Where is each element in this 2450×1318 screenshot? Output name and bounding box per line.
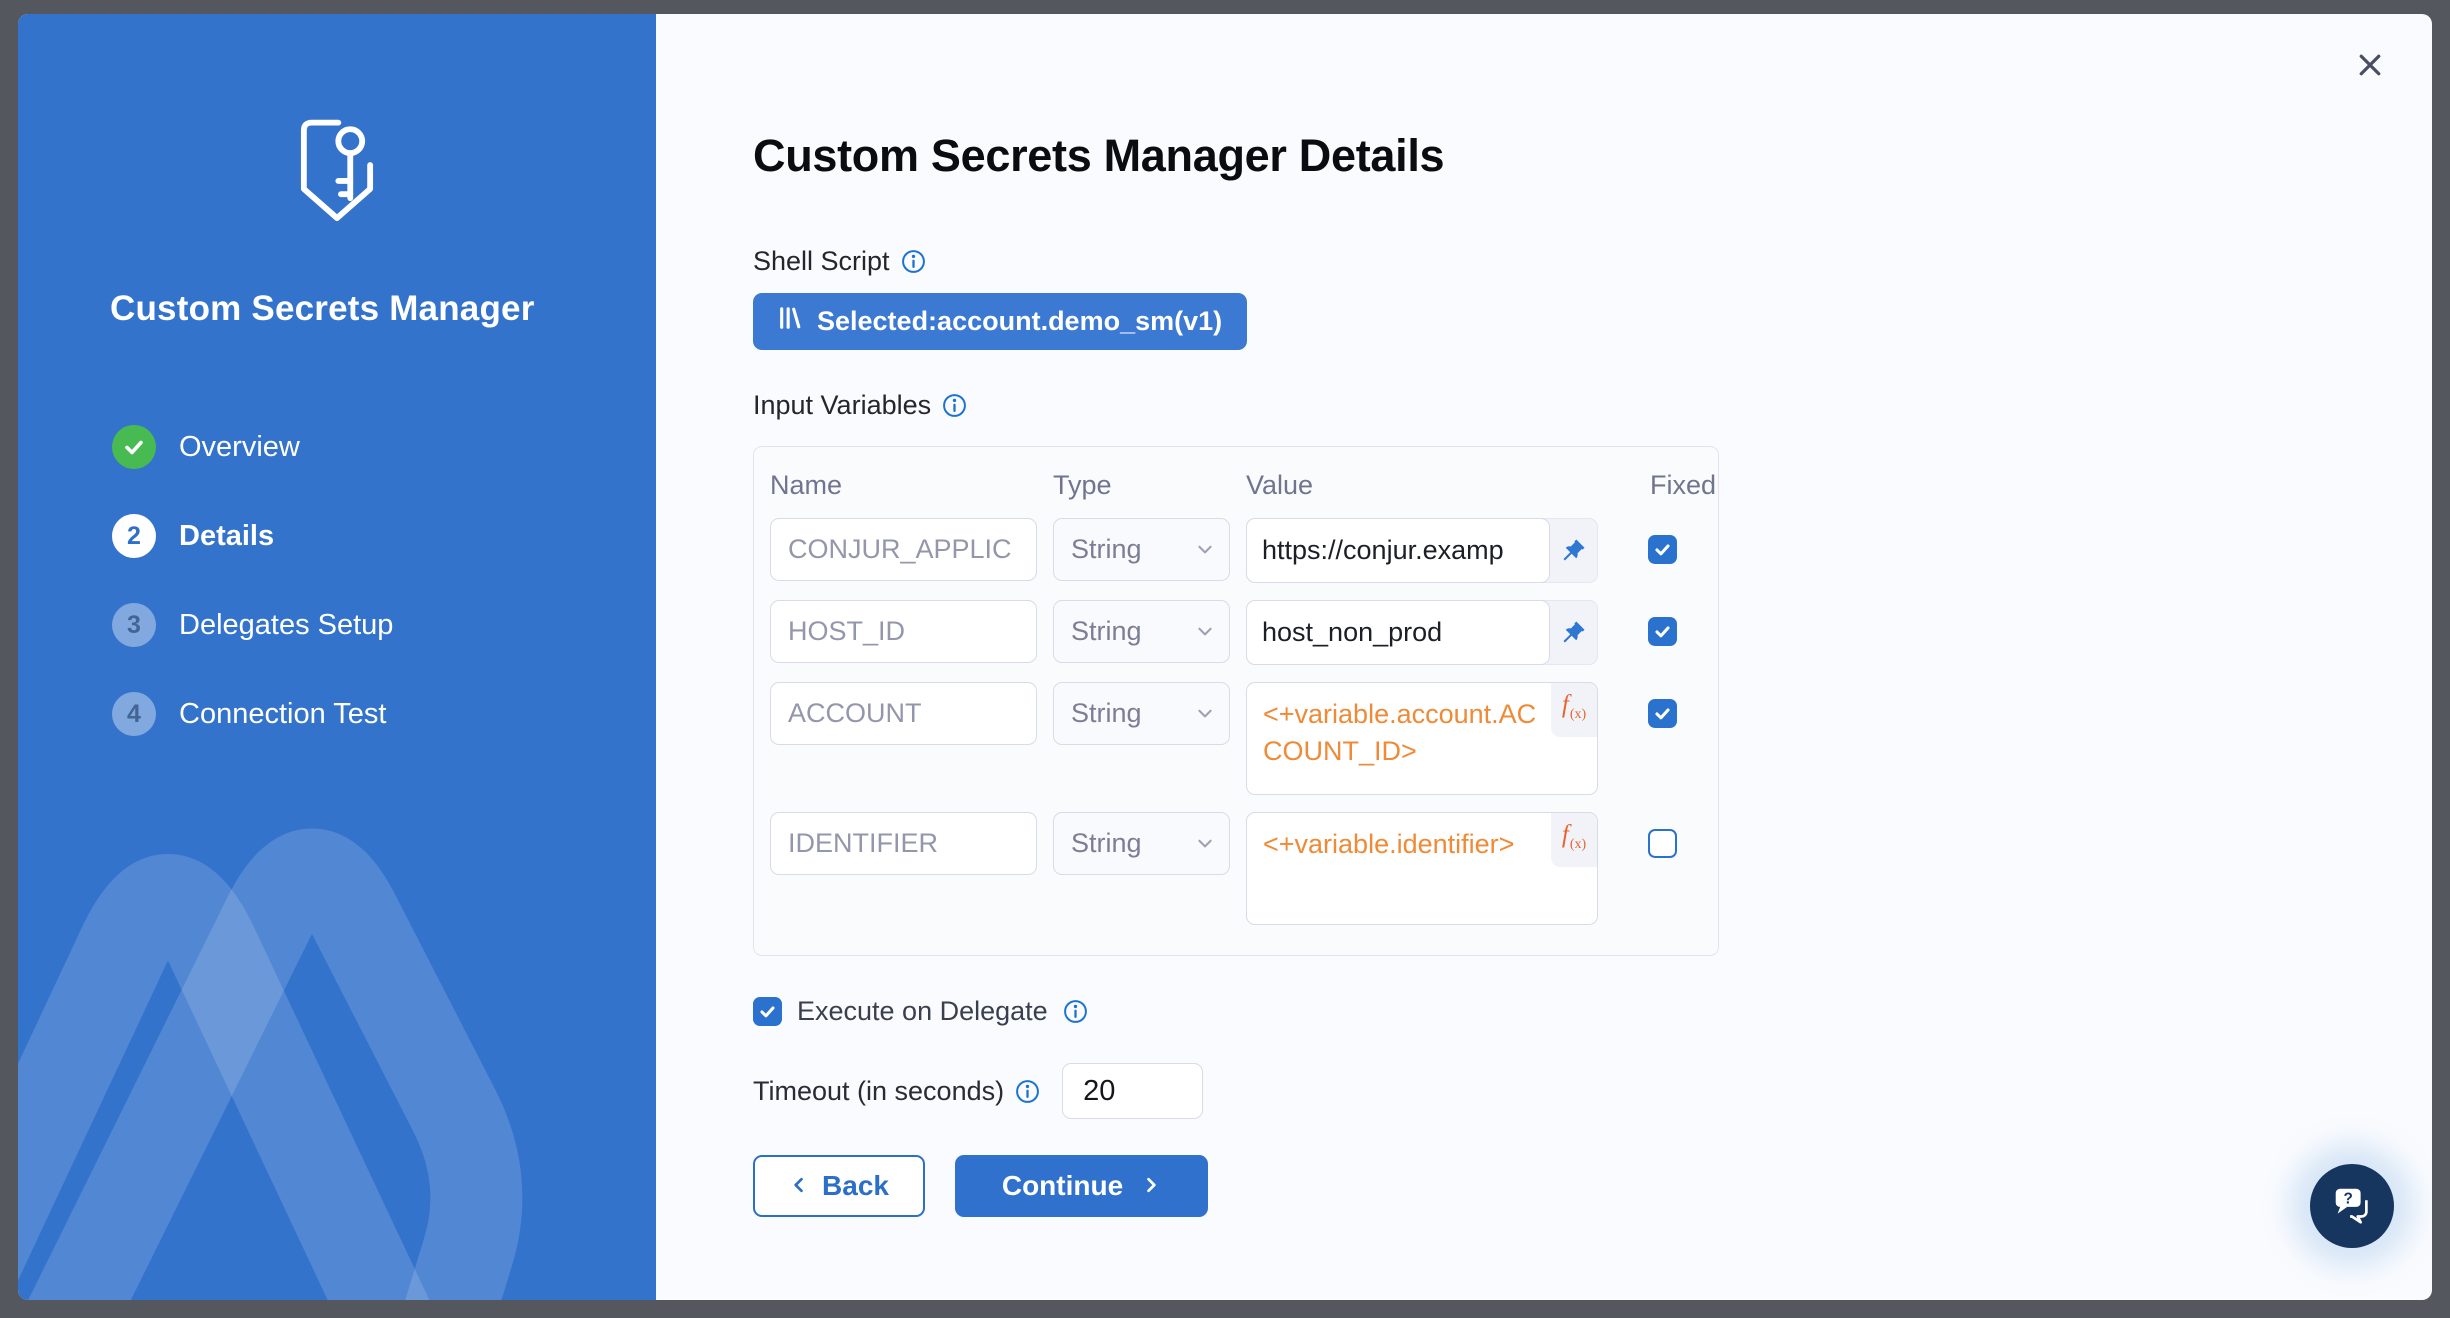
chevron-down-icon (1196, 698, 1214, 729)
fixed-checkbox[interactable] (1648, 699, 1677, 728)
fixed-checkbox[interactable] (1648, 535, 1677, 564)
step-delegates-setup[interactable]: 3 Delegates Setup (18, 603, 656, 647)
table-row: String f(x) <+variable.identifier> (770, 812, 1702, 925)
shell-script-selected-label: Selected:account.demo_sm(v1) (817, 306, 1222, 337)
pin-icon[interactable] (1550, 519, 1597, 582)
screen: Custom Secrets Manager Overview 2 Detail… (0, 0, 2450, 1318)
library-icon (778, 305, 802, 338)
expression-text: <+variable.account.ACCOUNT_ID> (1263, 699, 1536, 766)
variable-name-input[interactable] (770, 812, 1037, 875)
timeout-label: Timeout (in seconds) (753, 1076, 1004, 1107)
step-label: Delegates Setup (179, 609, 393, 642)
variable-value-input[interactable] (1246, 600, 1550, 665)
table-row: String (770, 518, 1702, 583)
variable-value-expression[interactable]: f(x) <+variable.identifier> (1246, 812, 1598, 925)
expression-fx-icon[interactable]: f(x) (1551, 813, 1597, 867)
step-label: Details (179, 520, 274, 553)
secrets-manager-shield-key-icon (293, 116, 381, 235)
info-icon[interactable] (1015, 1079, 1040, 1104)
details-panel: Custom Secrets Manager Details Shell Scr… (656, 14, 2432, 1300)
step-done-check-icon (112, 425, 156, 469)
type-select-value: String (1071, 534, 1142, 565)
step-number-badge: 2 (112, 514, 156, 558)
table-header: Name Type Value Fixed (770, 467, 1702, 501)
close-icon (2355, 50, 2385, 83)
step-label: Overview (179, 431, 300, 464)
chevron-down-icon (1196, 616, 1214, 647)
execute-on-delegate-checkbox[interactable] (753, 997, 782, 1026)
type-select-value: String (1071, 698, 1142, 729)
variable-value-group (1246, 518, 1598, 583)
step-number-badge: 3 (112, 603, 156, 647)
chevron-down-icon (1196, 828, 1214, 859)
table-row: String (770, 600, 1702, 665)
back-button-label: Back (822, 1170, 889, 1202)
info-icon[interactable] (942, 393, 967, 418)
chevron-right-icon (1141, 1170, 1161, 1202)
pin-icon[interactable] (1550, 601, 1597, 664)
variable-value-input[interactable] (1246, 518, 1550, 583)
help-button[interactable]: ? (2310, 1164, 2394, 1248)
column-header-name: Name (770, 470, 1037, 501)
table-row: String f(x) <+variable.account.ACCOUNT_I… (770, 682, 1702, 795)
continue-button-label: Continue (1002, 1170, 1123, 1202)
step-number-badge: 4 (112, 692, 156, 736)
variable-name-input[interactable] (770, 682, 1037, 745)
shell-script-selected-button[interactable]: Selected:account.demo_sm(v1) (753, 293, 1247, 350)
info-icon[interactable] (1063, 999, 1088, 1024)
type-select-value: String (1071, 828, 1142, 859)
help-chat-icon: ? (2329, 1182, 2375, 1231)
column-header-type: Type (1053, 470, 1230, 501)
expression-fx-icon[interactable]: f(x) (1551, 683, 1597, 737)
wizard-title: Custom Secrets Manager (18, 289, 656, 329)
variable-type-select[interactable]: String (1053, 600, 1230, 663)
shell-script-label: Shell Script (753, 246, 890, 277)
timeout-input[interactable] (1062, 1063, 1203, 1119)
step-label: Connection Test (179, 698, 386, 731)
step-overview[interactable]: Overview (18, 425, 656, 469)
input-variables-label: Input Variables (753, 390, 931, 421)
continue-button[interactable]: Continue (955, 1155, 1208, 1217)
svg-text:?: ? (2343, 1190, 2352, 1207)
variable-value-group (1246, 600, 1598, 665)
column-header-value: Value (1246, 470, 1598, 501)
column-header-fixed: Fixed (1614, 470, 1716, 501)
step-connection-test[interactable]: 4 Connection Test (18, 692, 656, 736)
chevron-down-icon (1196, 534, 1214, 565)
expression-text: <+variable.identifier> (1263, 829, 1514, 859)
custom-secrets-manager-dialog: Custom Secrets Manager Overview 2 Detail… (18, 14, 2432, 1300)
type-select-value: String (1071, 616, 1142, 647)
variable-type-select[interactable]: String (1053, 682, 1230, 745)
back-button[interactable]: Back (753, 1155, 925, 1217)
execute-on-delegate-label: Execute on Delegate (797, 996, 1048, 1027)
input-variables-table: Name Type Value Fixed String (753, 446, 1719, 956)
fixed-checkbox[interactable] (1648, 617, 1677, 646)
wizard-sidebar: Custom Secrets Manager Overview 2 Detail… (18, 14, 656, 1300)
info-icon[interactable] (901, 249, 926, 274)
variable-type-select[interactable]: String (1053, 812, 1230, 875)
variable-value-expression[interactable]: f(x) <+variable.account.ACCOUNT_ID> (1246, 682, 1598, 795)
step-details[interactable]: 2 Details (18, 514, 656, 558)
wizard-steps: Overview 2 Details 3 Delegates Setup 4 C… (18, 425, 656, 736)
variable-type-select[interactable]: String (1053, 518, 1230, 581)
close-button[interactable] (2350, 46, 2390, 86)
variable-name-input[interactable] (770, 518, 1037, 581)
fixed-checkbox[interactable] (1648, 829, 1677, 858)
variable-name-input[interactable] (770, 600, 1037, 663)
chevron-left-icon (789, 1170, 809, 1202)
page-title: Custom Secrets Manager Details (753, 130, 2432, 182)
